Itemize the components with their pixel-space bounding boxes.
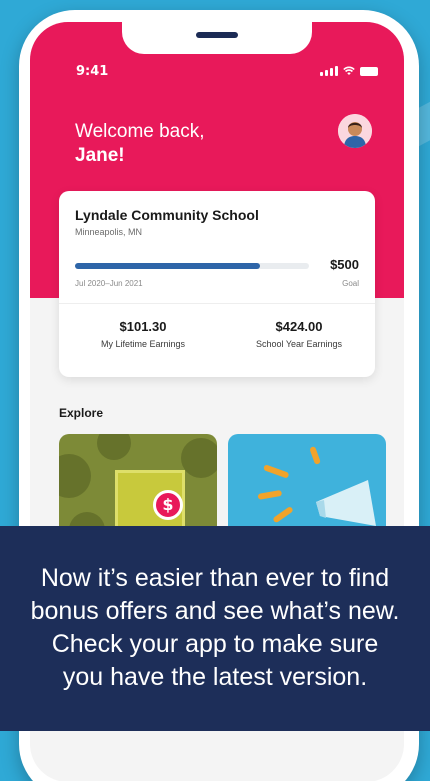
burst-ray (257, 489, 283, 500)
dollar-badge-icon: $ (153, 490, 183, 520)
user-avatar-icon (338, 114, 372, 148)
status-icons (320, 66, 378, 76)
school-name: Lyndale Community School (75, 207, 259, 223)
lifetime-earnings-label: My Lifetime Earnings (100, 339, 186, 349)
coin-decoration (181, 438, 217, 478)
banner-line: you have the latest version. (62, 663, 368, 691)
coin-decoration (97, 434, 131, 460)
school-card[interactable]: Lyndale Community School Minneapolis, MN… (59, 191, 375, 377)
banner-line: Check your app to make sure (51, 630, 379, 658)
goal-progress-bar (75, 263, 309, 269)
coin-decoration (59, 454, 91, 498)
school-year-earnings-value: $424.00 (275, 319, 323, 334)
goal-label: Goal (342, 279, 359, 288)
status-time: 9:41 (76, 64, 109, 79)
burst-ray (262, 464, 290, 479)
phone-notch (122, 22, 312, 54)
greeting-text: Welcome back, (75, 121, 205, 142)
update-announcement-banner: Now it’s easier than ever to find bonus … (0, 526, 430, 731)
user-name: Jane! (75, 145, 125, 166)
school-year-earnings-label: School Year Earnings (255, 339, 343, 349)
lifetime-earnings-value: $101.30 (119, 319, 167, 334)
avatar[interactable] (338, 114, 372, 148)
goal-amount: $500 (330, 257, 359, 272)
speaker-grille (196, 32, 238, 38)
explore-heading: Explore (59, 406, 104, 420)
lifetime-earnings: $101.30 My Lifetime Earnings (73, 319, 213, 349)
card-divider (59, 303, 375, 304)
school-year-earnings: $424.00 School Year Earnings (229, 319, 369, 349)
welcome-message: Welcome back, Jane! (75, 120, 205, 168)
wifi-icon (343, 66, 355, 75)
battery-icon (360, 67, 378, 76)
signal-icon (320, 66, 338, 76)
banner-line: bonus offers and see what’s new. (30, 597, 400, 625)
goal-progress-fill (75, 263, 260, 269)
school-location: Minneapolis, MN (75, 227, 143, 237)
date-range: Jul 2020–Jun 2021 (75, 279, 143, 288)
banner-line: Now it’s easier than ever to find (40, 564, 390, 592)
burst-ray (272, 505, 294, 524)
burst-ray (309, 445, 321, 465)
